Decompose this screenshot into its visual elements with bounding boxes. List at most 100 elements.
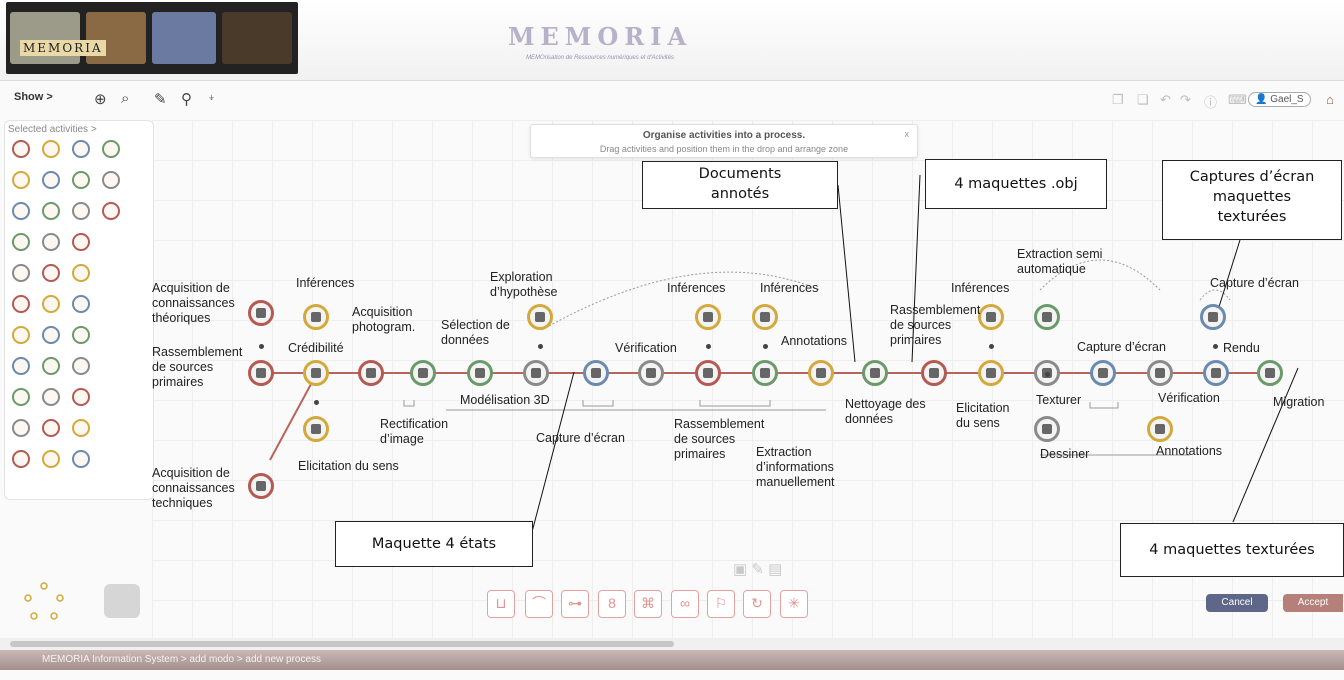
callout-captures-texturees: Captures d’écran maquettes texturées <box>1162 160 1342 240</box>
activity-icon <box>311 424 321 434</box>
activity-node[interactable] <box>1200 304 1226 330</box>
label-capture-1: Capture d’écran <box>536 431 625 445</box>
layout-branch-icon[interactable]: ⌘ <box>634 590 662 618</box>
cancel-button[interactable]: Cancel <box>1206 594 1268 612</box>
label-extraction-manuelle: Extraction d’informations manuellement <box>756 445 835 489</box>
activity-node[interactable] <box>248 300 274 326</box>
label-capture-2: Capture d’écran <box>1077 340 1166 354</box>
breadcrumb: MEMORIA Information System > add modo > … <box>42 654 322 665</box>
activity-node[interactable] <box>921 360 947 386</box>
label-capture-3: Capture d’écran <box>1210 276 1299 290</box>
label-dessiner: Dessiner <box>1040 447 1090 461</box>
label-extraction-semi: Extraction semi automatique <box>1017 247 1103 276</box>
loop-icon[interactable]: ↻ <box>743 590 771 618</box>
label-credibilite: Crédibilité <box>288 341 344 355</box>
activity-icon <box>1042 312 1052 322</box>
callout-documents-annotes: Documents annotés <box>642 161 838 209</box>
activity-icon <box>366 368 376 378</box>
activity-icon <box>256 308 266 318</box>
activity-node[interactable] <box>248 473 274 499</box>
activity-node[interactable] <box>808 360 834 386</box>
activity-node[interactable] <box>303 304 329 330</box>
activity-node[interactable] <box>303 416 329 442</box>
activity-icon <box>986 312 996 322</box>
activity-node[interactable] <box>583 360 609 386</box>
layout-pair-icon[interactable]: ∞ <box>671 590 699 618</box>
connection-dot <box>538 344 543 349</box>
activity-node[interactable] <box>752 304 778 330</box>
label-verification-1: Vérification <box>615 341 677 355</box>
label-nettoyage: Nettoyage des données <box>845 397 926 426</box>
document-icon[interactable] <box>104 584 140 618</box>
label-rassemblement-3: Rassemblement de sources primaires <box>890 303 981 347</box>
activity-icon <box>535 312 545 322</box>
activity-icon <box>870 368 880 378</box>
label-acq-photo: Acquisition photogram. <box>352 305 416 334</box>
connection-dot <box>763 344 768 349</box>
flag-icon[interactable]: ⚐ <box>707 590 735 618</box>
activity-icon <box>1208 312 1218 322</box>
activity-node[interactable] <box>527 304 553 330</box>
label-elicitation-1: Elicitation du sens <box>298 459 399 473</box>
label-texturer: Texturer <box>1036 393 1082 407</box>
label-acq-theo: Acquisition de connaissances théoriques <box>152 281 235 325</box>
activity-icon <box>816 368 826 378</box>
activity-node[interactable] <box>1147 360 1173 386</box>
activity-icon <box>531 368 541 378</box>
activity-icon <box>256 368 266 378</box>
label-verification-2: Vérification <box>1158 391 1220 405</box>
callout-maquette-4-etats: Maquette 4 états <box>335 521 533 567</box>
activity-icon <box>929 368 939 378</box>
activity-icon <box>311 312 321 322</box>
activity-node[interactable] <box>248 360 274 386</box>
layout-vertical-icon[interactable]: 8 <box>598 590 626 618</box>
activity-node[interactable] <box>978 360 1004 386</box>
label-rectification: Rectification d’image <box>380 417 449 446</box>
layout-star-icon[interactable]: ✳ <box>780 590 808 618</box>
activity-icon <box>418 368 428 378</box>
label-elicitation-2: Elicitation du sens <box>956 401 1010 430</box>
activity-icon <box>1098 368 1108 378</box>
activity-icon <box>703 312 713 322</box>
activity-node[interactable] <box>752 360 778 386</box>
layout-bracket-icon[interactable]: ⊔ <box>487 590 515 618</box>
activity-node[interactable] <box>695 304 721 330</box>
activity-icon <box>703 368 713 378</box>
activity-node[interactable] <box>303 360 329 386</box>
activity-icon <box>646 368 656 378</box>
connection-dot <box>259 344 264 349</box>
layout-arc-icon[interactable]: ⌒ <box>525 590 553 618</box>
label-inferences-2: Inférences <box>667 281 726 295</box>
callout-maquettes-obj: 4 maquettes .obj <box>925 159 1107 209</box>
connection-dot <box>1045 372 1050 377</box>
accept-button[interactable]: Accept <box>1283 594 1343 612</box>
label-rassemblement-1: Rassemblement de sources primaires <box>152 345 243 389</box>
activity-icon <box>760 312 770 322</box>
activity-icon <box>256 481 266 491</box>
activity-icon <box>1042 424 1052 434</box>
activity-node[interactable] <box>1034 416 1060 442</box>
activity-icon <box>475 368 485 378</box>
connection-dot <box>706 344 711 349</box>
activity-node[interactable] <box>1147 416 1173 442</box>
label-inferences-4: Inférences <box>951 281 1010 295</box>
activity-node[interactable] <box>638 360 664 386</box>
layout-chain-icon[interactable]: ⊶ <box>561 590 589 618</box>
activity-node[interactable] <box>978 304 1004 330</box>
scrollbar-thumb[interactable] <box>10 641 674 647</box>
layout-circle-icon[interactable] <box>20 580 70 622</box>
activity-icon <box>591 368 601 378</box>
activity-node[interactable] <box>1034 304 1060 330</box>
label-exploration: Exploration d’hypothèse <box>490 270 558 299</box>
activity-node[interactable] <box>523 360 549 386</box>
activity-node[interactable] <box>358 360 384 386</box>
activity-node[interactable] <box>1090 360 1116 386</box>
activity-node[interactable] <box>862 360 888 386</box>
activity-node[interactable] <box>1257 360 1283 386</box>
label-modelisation: Modélisation 3D <box>460 393 550 407</box>
extra-tools-icons[interactable]: ▣ ✎ ▤ <box>733 560 803 580</box>
activity-node[interactable] <box>1203 360 1229 386</box>
activity-node[interactable] <box>695 360 721 386</box>
activity-node[interactable] <box>410 360 436 386</box>
activity-node[interactable] <box>467 360 493 386</box>
